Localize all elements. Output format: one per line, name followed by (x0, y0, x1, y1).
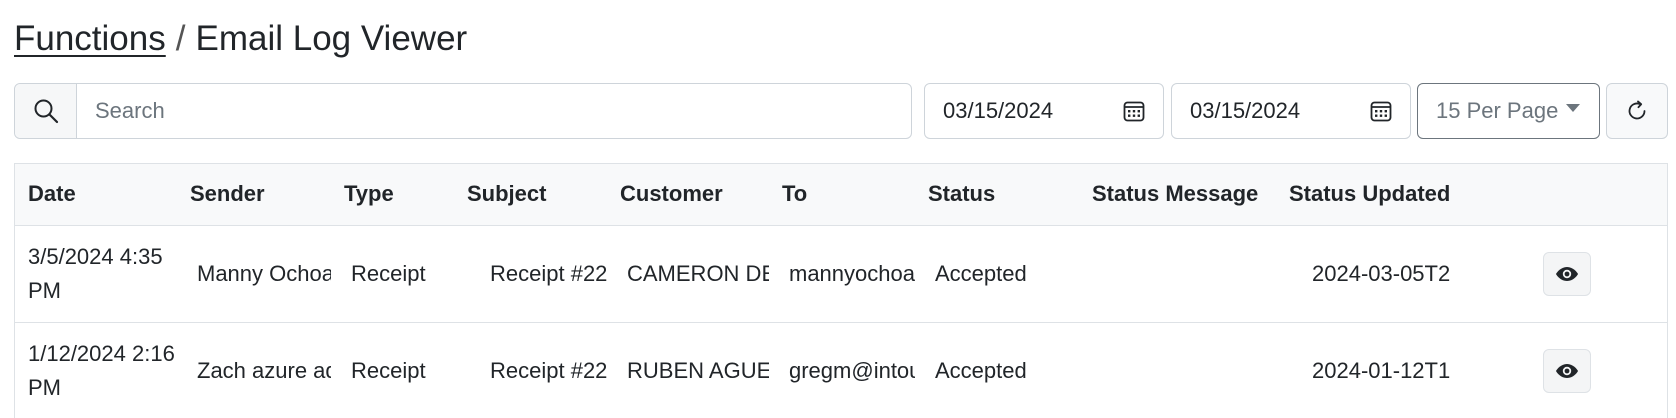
cell-date: 1/12/2024 2:16 PM (28, 340, 175, 400)
breadcrumb-functions-link[interactable]: Functions (14, 19, 166, 58)
date-to-value: 03/15/2024 (1190, 98, 1301, 123)
search-icon (15, 84, 77, 138)
caret-down-icon (1566, 104, 1581, 112)
column-header-status-updated[interactable]: Status Updated (1276, 164, 1519, 226)
calendar-icon[interactable] (1123, 100, 1145, 128)
column-header-to[interactable]: To (769, 164, 915, 226)
date-from-value: 03/15/2024 (943, 98, 1054, 123)
view-button[interactable] (1543, 251, 1591, 296)
column-header-sender[interactable]: Sender (177, 164, 331, 226)
table-header-row: Date Sender Type Subject Customer To Sta… (15, 164, 1667, 226)
column-header-customer[interactable]: Customer (607, 164, 769, 226)
table-row: 1/12/2024 2:16 PM Zach azure ad Receipt … (15, 322, 1667, 418)
cell-type: Receipt (351, 260, 426, 286)
breadcrumb-separator: / (175, 19, 186, 58)
breadcrumb: Functions / Email Log Viewer (14, 17, 467, 61)
cell-customer: RUBEN AGUEF (627, 357, 769, 383)
cell-to: gregm@intou (789, 357, 915, 383)
cell-status-message (1079, 225, 1276, 322)
cell-customer: CAMERON DE (627, 260, 769, 286)
refresh-button[interactable] (1606, 83, 1668, 139)
column-header-date[interactable]: Date (15, 164, 177, 226)
search-input[interactable] (77, 84, 911, 138)
email-log-table: Date Sender Type Subject Customer To Sta… (14, 163, 1668, 418)
cell-actions (1519, 225, 1667, 322)
column-header-subject[interactable]: Subject (454, 164, 607, 226)
cell-date: 3/5/2024 4:35 PM (28, 243, 163, 303)
cell-subject: Receipt #2207 (490, 260, 607, 286)
cell-subject: Receipt #2203 (490, 357, 607, 383)
cell-type: Receipt (351, 357, 426, 383)
refresh-icon (1628, 100, 1646, 120)
date-to-field[interactable]: 03/15/2024 (1171, 83, 1411, 139)
column-header-status-message[interactable]: Status Message (1079, 164, 1276, 226)
view-button[interactable] (1543, 348, 1591, 393)
page-title: Email Log Viewer (195, 19, 468, 58)
per-page-dropdown[interactable]: 15 Per Page (1417, 83, 1600, 139)
cell-status-message (1079, 322, 1276, 418)
per-page-label: 15 Per Page (1436, 98, 1559, 123)
eye-icon (1556, 363, 1578, 378)
column-header-status[interactable]: Status (915, 164, 1079, 226)
cell-status-updated: 2024-03-05T2 (1312, 260, 1451, 286)
cell-actions (1519, 322, 1667, 418)
cell-status: Accepted (935, 357, 1027, 383)
date-from-field[interactable]: 03/15/2024 (924, 83, 1164, 139)
cell-status-updated: 2024-01-12T1 (1312, 357, 1451, 383)
column-header-actions (1519, 164, 1667, 226)
cell-status: Accepted (935, 260, 1027, 286)
calendar-icon[interactable] (1370, 100, 1392, 128)
search-group (14, 83, 912, 139)
cell-to: mannyochoa3 (789, 260, 915, 286)
cell-sender: Manny Ochoa (197, 260, 331, 286)
eye-icon (1556, 266, 1578, 281)
cell-sender: Zach azure ad (197, 357, 331, 383)
column-header-type[interactable]: Type (331, 164, 454, 226)
table-row: 3/5/2024 4:35 PM Manny Ochoa Receipt Rec… (15, 225, 1667, 322)
